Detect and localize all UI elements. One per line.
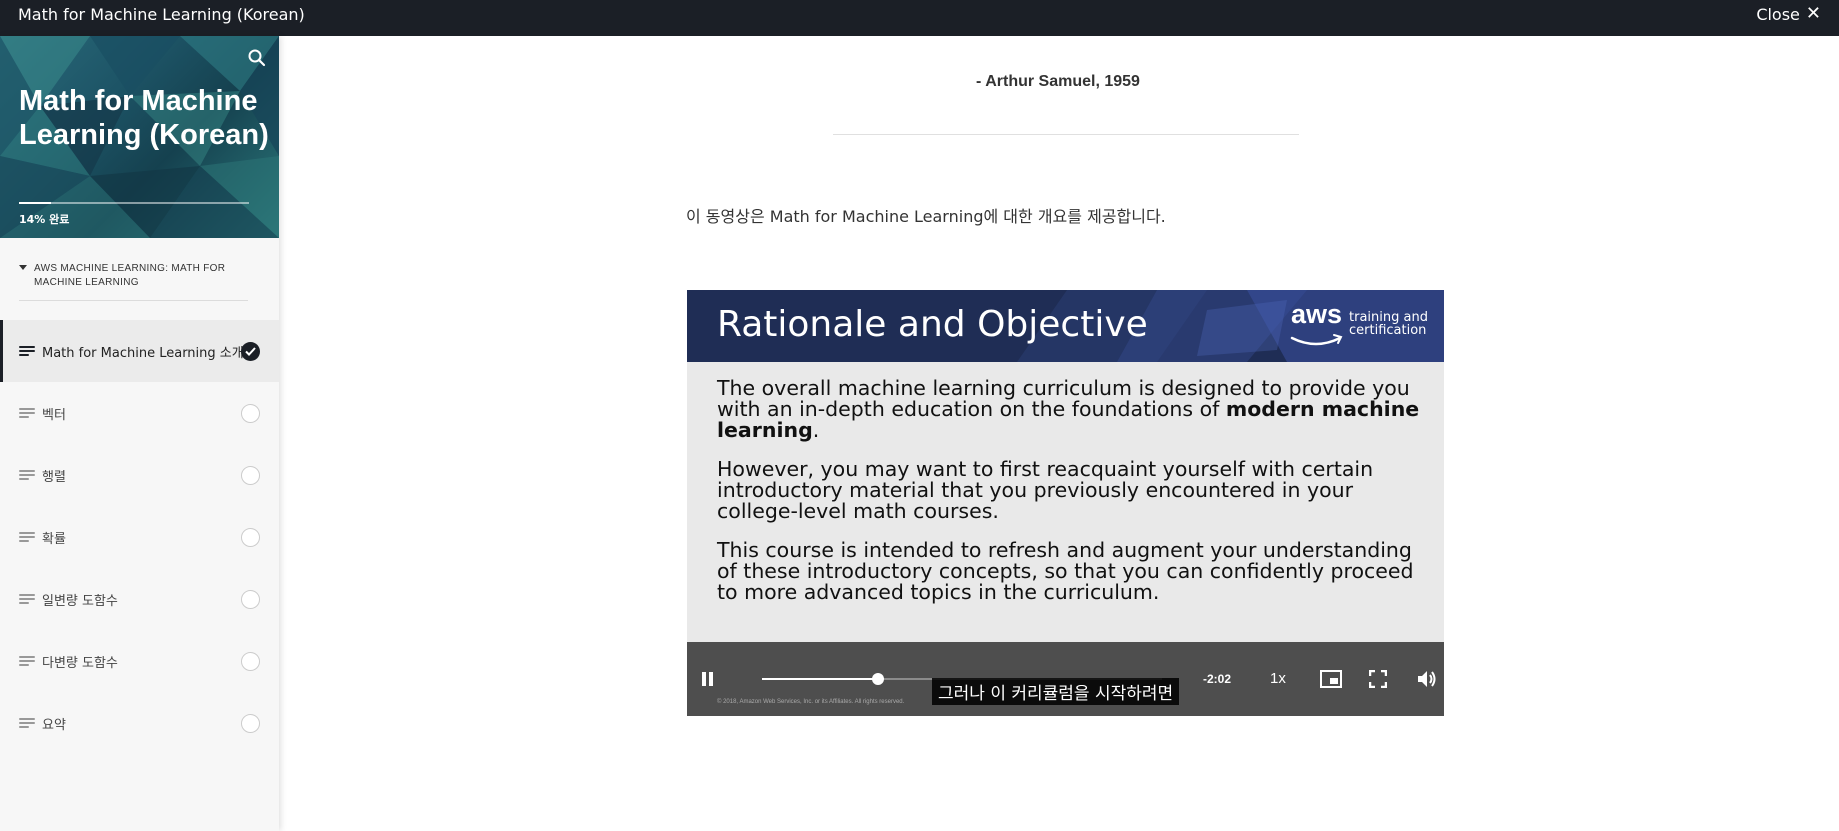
divider [833, 134, 1299, 135]
caret-down-icon [19, 265, 27, 270]
text-line [19, 411, 35, 414]
close-icon: ✕ [1805, 3, 1821, 24]
pause-button[interactable] [701, 672, 715, 686]
text-line [19, 473, 35, 476]
text-line [19, 721, 35, 724]
text-line [19, 539, 29, 542]
video-player[interactable]: Rationale and Objective aws training and… [687, 290, 1444, 716]
incomplete-circle-icon [241, 590, 260, 609]
text-lines-icon [19, 469, 35, 481]
lesson-label: 확률 [42, 531, 66, 547]
window-title: Math for Machine Learning (Korean) [18, 4, 305, 24]
text-line [19, 717, 35, 720]
aws-smile-icon [1290, 334, 1343, 346]
text-lines-icon [19, 655, 35, 667]
brand-tagline: training and certification [1349, 311, 1428, 337]
text-line [19, 349, 35, 352]
picture-in-picture-icon[interactable] [1320, 670, 1342, 688]
sidebar-lesson-item[interactable]: 벡터 [0, 382, 279, 444]
brand-line-2: certification [1349, 323, 1427, 338]
text-line [19, 469, 35, 472]
lesson-list: Math for Machine Learning 소개벡터행렬확률일변량 도함… [0, 320, 279, 754]
text-line [19, 531, 35, 534]
text-line [19, 593, 35, 596]
course-progress-label: 14% 완료 [19, 213, 70, 226]
incomplete-circle-icon [241, 652, 260, 671]
text-lines-icon [19, 407, 35, 419]
course-hero: Math for Machine Learning (Korean) 14% 완… [0, 36, 279, 238]
text-lines-icon [19, 717, 35, 729]
time-remaining: -2:02 [1203, 672, 1232, 686]
sidebar-lesson-item[interactable]: Math for Machine Learning 소개 [0, 320, 279, 382]
lesson-label: 다변량 도함수 [42, 655, 118, 671]
quote-attribution-text: - Arthur Samuel, 1959 [976, 73, 1140, 90]
text-lines-icon [19, 345, 35, 357]
incomplete-circle-icon [241, 404, 260, 423]
text-line [19, 353, 29, 356]
sidebar-lesson-item[interactable]: 확률 [0, 506, 279, 568]
course-progress-fill [19, 202, 52, 204]
text-line [19, 535, 35, 538]
sidebar-lesson-item[interactable]: 행렬 [0, 444, 279, 506]
top-bar: Math for Machine Learning (Korean) Close… [0, 0, 1839, 36]
text-line [19, 659, 35, 662]
subtitle-caption: 그러나 이 커리큘럼을 시작하려면 [932, 678, 1180, 705]
completed-check-icon [241, 342, 260, 361]
slide-header: Rationale and Objective aws training and… [687, 290, 1444, 362]
incomplete-circle-icon [241, 466, 260, 485]
section-label: AWS MACHINE LEARNING: MATH FOR MACHINE L… [34, 263, 226, 288]
close-label: Close [1756, 4, 1800, 24]
seek-bar-fill [762, 678, 878, 680]
text-line [19, 601, 29, 604]
sidebar-lesson-item[interactable]: 일변량 도함수 [0, 568, 279, 630]
lesson-label: 행렬 [42, 469, 66, 485]
text-line [19, 415, 29, 418]
volume-icon[interactable] [1417, 670, 1437, 688]
fullscreen-icon[interactable] [1369, 670, 1387, 688]
checkmark-icon [245, 347, 256, 356]
text-line [19, 477, 29, 480]
pause-icon-bar-left [702, 672, 706, 686]
pause-icon-bar-right [709, 672, 713, 686]
text-lines-icon [19, 593, 35, 605]
text-line [19, 345, 35, 348]
text-line [19, 655, 35, 658]
slide-paragraph-2: However, you may want to first reacquain… [717, 457, 1374, 523]
slide-title: Rationale and Objective [717, 304, 1148, 345]
slide-paragraph-1: The overall machine learning curriculum … [717, 378, 1427, 441]
lesson-label: Math for Machine Learning 소개 [42, 345, 244, 361]
sidebar: Math for Machine Learning (Korean) 14% 완… [0, 36, 279, 831]
text-line [19, 407, 35, 410]
text-line [19, 597, 35, 600]
slide-paragraph-1-end: . [812, 418, 820, 442]
text-line [19, 663, 29, 666]
course-progress-bar [19, 202, 249, 204]
text-lines-icon [19, 531, 35, 543]
lesson-label: 일변량 도함수 [42, 593, 118, 609]
lesson-label: 벡터 [42, 407, 66, 423]
course-title: Math for Machine Learning (Korean) [19, 85, 269, 151]
intro-text: 이 동영상은 Math for Machine Learning에 대한 개요를… [686, 207, 1166, 226]
video-controls: © 2018, Amazon Web Services, Inc. or its… [687, 642, 1444, 716]
close-button[interactable]: Close ✕ [1756, 5, 1821, 24]
text-line [19, 725, 29, 728]
seek-handle[interactable] [872, 673, 884, 685]
slide-paragraph-3: This course is intended to refresh and a… [717, 538, 1414, 604]
sidebar-lesson-item[interactable]: 요약 [0, 692, 279, 754]
incomplete-circle-icon [241, 714, 260, 733]
slide-copyright: © 2018, Amazon Web Services, Inc. or its… [717, 699, 905, 705]
sidebar-lesson-item[interactable]: 다변량 도함수 [0, 630, 279, 692]
section-toggle[interactable]: AWS MACHINE LEARNING: MATH FOR MACHINE L… [19, 262, 248, 301]
playback-speed-button[interactable]: 1x [1270, 670, 1286, 687]
incomplete-circle-icon [241, 528, 260, 547]
search-icon[interactable] [247, 48, 267, 68]
quote-attribution: - Arthur Samuel, 1959 [279, 73, 1839, 91]
slide-body: The overall machine learning curriculum … [717, 378, 1427, 621]
lesson-label: 요약 [42, 717, 66, 733]
main-content: - Arthur Samuel, 1959 이 동영상은 Math for Ma… [279, 36, 1839, 831]
